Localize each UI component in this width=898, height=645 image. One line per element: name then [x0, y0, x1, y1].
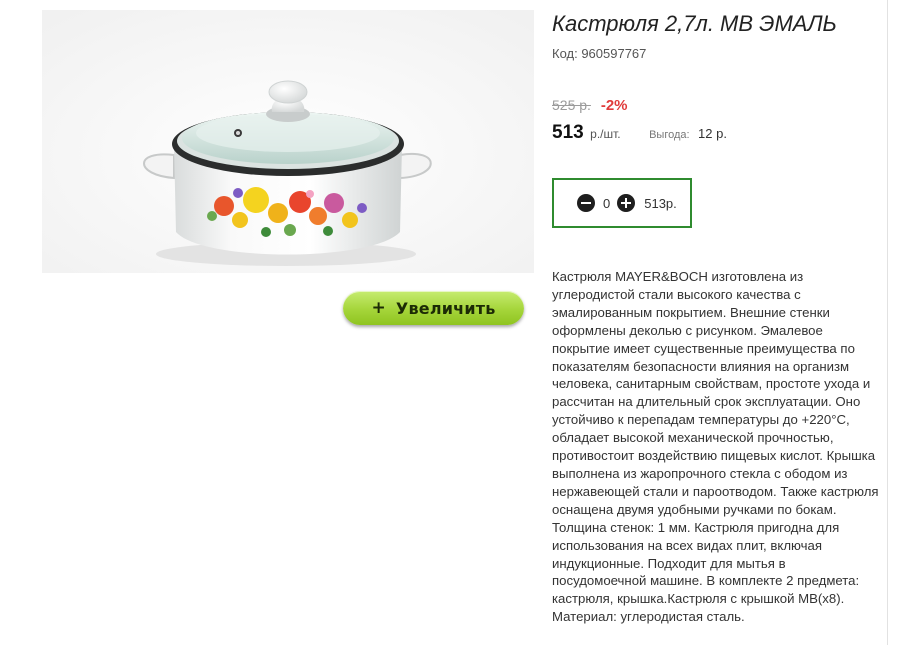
price-unit: р./шт. — [590, 127, 621, 141]
product-description: Кастрюля MAYER&BOCH изготовлена из углер… — [552, 269, 879, 625]
plus-icon: + — [371, 298, 386, 318]
benefit-label: Выгода: — [649, 129, 690, 141]
plus-circle-icon[interactable] — [617, 194, 636, 212]
price-row: 513 р./шт. Выгода: 12 р. — [552, 122, 727, 144]
quantity-value: 0 — [603, 195, 611, 211]
benefit-value: 12 р. — [698, 126, 727, 141]
product-code: Код: 960597767 — [552, 46, 647, 61]
cart-total: 513р. — [644, 195, 677, 211]
minus-circle-icon[interactable] — [577, 194, 595, 212]
old-price-row: 525 р. -2% — [552, 97, 628, 114]
old-price: 525 р. — [552, 97, 591, 113]
enamel-pot-image — [42, 10, 534, 273]
product-image[interactable] — [42, 10, 534, 273]
page-divider — [887, 0, 888, 645]
current-price: 513 — [552, 122, 584, 143]
product-title: Кастрюля 2,7л. МВ ЭМАЛЬ — [552, 11, 837, 36]
zoom-button-label: Увеличить — [395, 298, 496, 318]
discount-badge: -2% — [600, 97, 628, 114]
zoom-button[interactable]: + Увеличить — [343, 291, 524, 325]
quantity-stepper: 0 513р. — [552, 178, 692, 228]
